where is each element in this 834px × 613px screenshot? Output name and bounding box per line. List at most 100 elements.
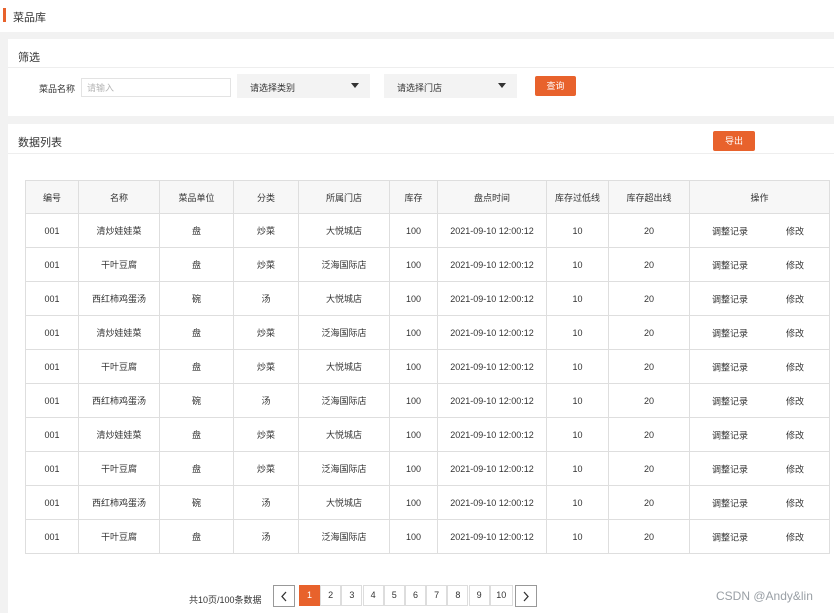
table-cell: 20 [608,213,690,248]
page-button-2[interactable]: 2 [320,585,342,606]
table-cell: 001 [25,383,79,418]
adjust-log-link[interactable]: 调整记录 [712,326,748,339]
page-header: 菜品库 [0,0,834,32]
table-cell: 碗 [159,485,234,520]
table-row: 001 干叶豆腐盘炒菜 泛海国际店 100 2021-09-10 12:00:12 10 2… [25,451,830,486]
column-header: 盘点时间 [437,180,547,214]
table-cell: 001 [25,213,79,248]
actions-cell: 调整记录 修改 [689,383,830,418]
table-cell: 100 [389,451,438,486]
list-title: 数据列表 [18,137,62,149]
adjust-log-link[interactable]: 调整记录 [712,428,748,441]
adjust-log-link[interactable]: 调整记录 [712,224,748,237]
page-title: 菜品库 [13,12,46,24]
table-cell: 2021-09-10 12:00:12 [437,349,547,384]
column-header: 编号 [25,180,79,214]
table-cell: 炒菜 [233,315,299,350]
edit-link[interactable]: 修改 [786,530,804,543]
table-cell: 大悦城店 [298,485,390,520]
prev-page-button[interactable] [273,585,295,607]
edit-link[interactable]: 修改 [786,394,804,407]
table-cell: 001 [25,315,79,350]
table-cell: 泛海国际店 [298,383,390,418]
table-cell: 炒菜 [233,451,299,486]
adjust-log-link[interactable]: 调整记录 [712,462,748,475]
table-cell: 西红柿鸡蛋汤 [78,485,160,520]
edit-link[interactable]: 修改 [786,292,804,305]
adjust-log-link[interactable]: 调整记录 [712,530,748,543]
table-row: 001 清炒娃娃菜盘炒菜 大悦城店 100 2021-09-10 12:00:12 10 2… [25,417,830,452]
next-page-button[interactable] [515,585,537,607]
adjust-log-link[interactable]: 调整记录 [712,394,748,407]
table-cell: 100 [389,349,438,384]
table-row: 001 西红柿鸡蛋汤碗汤泛海国际店 100 2021-09-10 12:00:12 10… [25,383,830,418]
chevron-right-icon [523,591,529,602]
category-select[interactable]: 请选择类别 [237,74,370,98]
adjust-log-link[interactable]: 调整记录 [712,292,748,305]
table-cell: 2021-09-10 12:00:12 [437,451,547,486]
query-button[interactable]: 查询 [535,76,576,96]
table-cell: 汤 [233,485,299,520]
edit-link[interactable]: 修改 [786,462,804,475]
edit-link[interactable]: 修改 [786,258,804,271]
table-cell: 盘 [159,519,234,554]
table-cell: 100 [389,417,438,452]
table-cell: 001 [25,519,79,554]
table-cell: 10 [546,383,609,418]
store-select[interactable]: 请选择门店 [384,74,517,98]
page-button-3[interactable]: 3 [341,585,363,606]
column-header: 操作 [689,180,830,214]
filter-title: 筛选 [18,52,40,64]
edit-link[interactable]: 修改 [786,428,804,441]
title-accent-bar [3,8,6,22]
table-cell: 大悦城店 [298,417,390,452]
table-row: 001 干叶豆腐盘炒菜 泛海国际店 100 2021-09-10 12:00:12 10 2… [25,247,830,282]
edit-link[interactable]: 修改 [786,496,804,509]
page-button-5[interactable]: 5 [383,585,405,606]
export-button[interactable]: 导出 [713,131,755,151]
table-cell: 100 [389,247,438,282]
table-header-row: 编号 名称 菜品单位 分类 所属门店 库存 盘点时间 库存过低线 库存超出线 操作 [25,180,830,214]
table-cell: 汤 [233,281,299,316]
page-button-7[interactable]: 7 [426,585,448,606]
table-cell: 碗 [159,383,234,418]
pagination-summary: 共10页/100条数据 [189,595,262,605]
table-cell: 泛海国际店 [298,247,390,282]
table-cell: 炒菜 [233,247,299,282]
chevron-left-icon [281,591,287,602]
column-header: 所属门店 [298,180,390,214]
dish-name-input[interactable] [81,78,231,97]
table-cell: 大悦城店 [298,281,390,316]
actions-cell: 调整记录 修改 [689,349,830,384]
edit-link[interactable]: 修改 [786,326,804,339]
table-cell: 盘 [159,451,234,486]
table-cell: 大悦城店 [298,349,390,384]
table-cell: 盘 [159,213,234,248]
table-cell: 10 [546,349,609,384]
table-cell: 10 [546,315,609,350]
pagination: 共10页/100条数据 1 2 3 4 5 6 7 8 9 10 [8,585,834,607]
divider [8,153,834,154]
adjust-log-link[interactable]: 调整记录 [712,258,748,271]
page-button-10[interactable]: 10 [489,585,513,606]
column-header: 库存 [389,180,438,214]
page-button-8[interactable]: 8 [447,585,469,606]
table-cell: 20 [608,349,690,384]
table-cell: 西红柿鸡蛋汤 [78,281,160,316]
table-row: 001 西红柿鸡蛋汤碗汤大悦城店 100 2021-09-10 12:00:12 10 2… [25,485,830,520]
page-button-1[interactable]: 1 [299,585,320,606]
edit-link[interactable]: 修改 [786,360,804,373]
store-select-label: 请选择门店 [397,83,443,93]
adjust-log-link[interactable]: 调整记录 [712,360,748,373]
page-button-9[interactable]: 9 [468,585,490,606]
page-button-4[interactable]: 4 [362,585,384,606]
table-cell: 泛海国际店 [298,315,390,350]
table-cell: 10 [546,451,609,486]
adjust-log-link[interactable]: 调整记录 [712,496,748,509]
page-button-6[interactable]: 6 [405,585,426,606]
table-cell: 泛海国际店 [298,519,390,554]
table-cell: 001 [25,349,79,384]
table-cell: 001 [25,281,79,316]
edit-link[interactable]: 修改 [786,224,804,237]
table-cell: 001 [25,451,79,486]
